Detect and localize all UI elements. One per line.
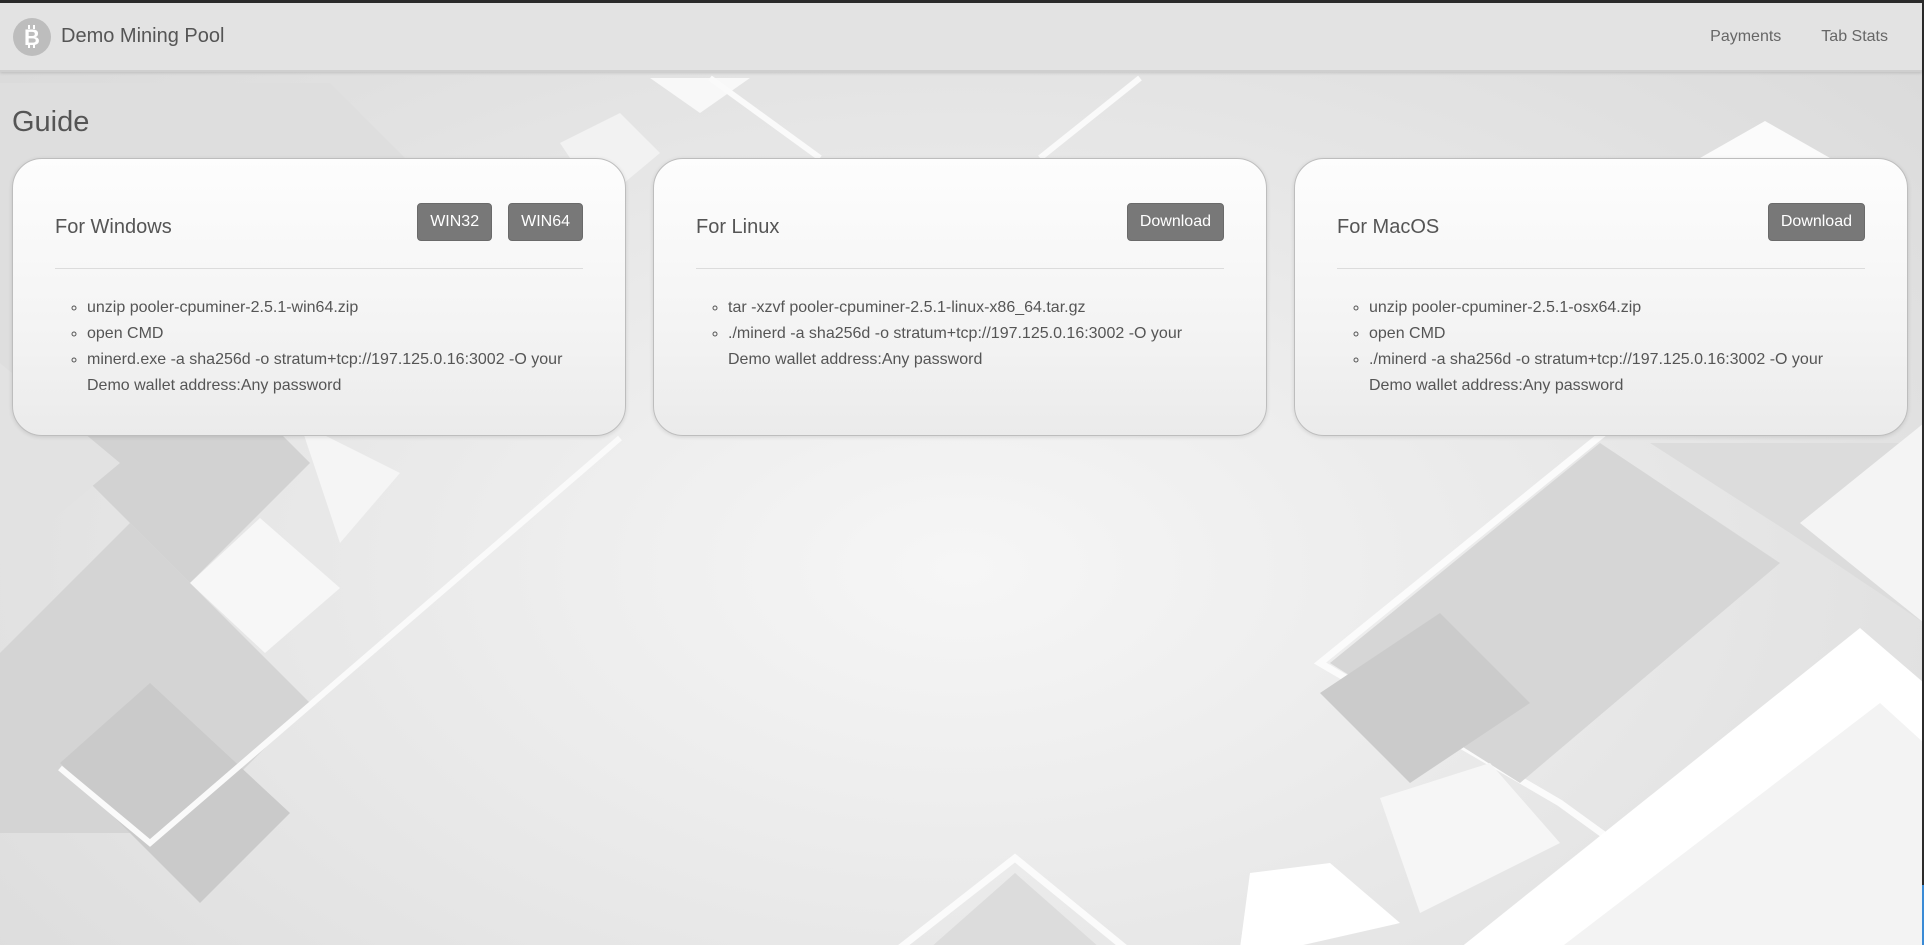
guide-cards: For Windows WIN32 WIN64 unzip pooler-cpu…	[12, 158, 1908, 436]
list-item: open CMD	[87, 321, 583, 347]
list-item: unzip pooler-cpuminer-2.5.1-osx64.zip	[1369, 295, 1865, 321]
list-item: unzip pooler-cpuminer-2.5.1-win64.zip	[87, 295, 583, 321]
card-buttons: WIN32 WIN64	[417, 203, 583, 241]
navbar: B Demo Mining Pool Payments Tab Stats	[0, 3, 1922, 72]
steps-list: unzip pooler-cpuminer-2.5.1-osx64.zip op…	[1337, 295, 1865, 399]
page-title: Guide	[12, 106, 90, 138]
page: B Demo Mining Pool Payments Tab Stats Gu…	[0, 0, 1924, 945]
card-header: For Linux Download	[696, 159, 1224, 269]
list-item: ./minerd -a sha256d -o stratum+tcp://197…	[728, 321, 1224, 373]
list-item: ./minerd -a sha256d -o stratum+tcp://197…	[1369, 347, 1865, 399]
card-buttons: Download	[1767, 203, 1865, 241]
list-item: open CMD	[1369, 321, 1865, 347]
card-header: For Windows WIN32 WIN64	[55, 159, 583, 269]
nav-tab-stats-link[interactable]: Tab Stats	[1821, 28, 1888, 46]
brand-title: Demo Mining Pool	[61, 25, 225, 47]
nav-links: Payments Tab Stats	[1670, 28, 1888, 46]
background-pattern	[0, 75, 1924, 945]
nav-payments-link[interactable]: Payments	[1710, 28, 1781, 46]
list-item: minerd.exe -a sha256d -o stratum+tcp://1…	[87, 347, 583, 399]
linux-download-button[interactable]: Download	[1126, 203, 1224, 241]
steps-list: unzip pooler-cpuminer-2.5.1-win64.zip op…	[55, 295, 583, 399]
linux-card: For Linux Download tar -xzvf pooler-cpum…	[653, 158, 1267, 436]
card-buttons: Download	[1126, 203, 1224, 241]
windows-card: For Windows WIN32 WIN64 unzip pooler-cpu…	[12, 158, 626, 436]
win64-download-button[interactable]: WIN64	[508, 203, 583, 241]
card-title: For Linux	[696, 216, 780, 238]
macos-card: For MacOS Download unzip pooler-cpuminer…	[1294, 158, 1908, 436]
win32-download-button[interactable]: WIN32	[417, 203, 493, 241]
svg-text:B: B	[24, 25, 40, 50]
list-item: tar -xzvf pooler-cpuminer-2.5.1-linux-x8…	[728, 295, 1224, 321]
card-title: For MacOS	[1337, 216, 1440, 238]
brand-link[interactable]: B Demo Mining Pool	[13, 17, 225, 56]
bitcoin-icon: B	[13, 17, 51, 56]
macos-download-button[interactable]: Download	[1767, 203, 1865, 241]
card-header: For MacOS Download	[1337, 159, 1865, 269]
card-title: For Windows	[55, 216, 172, 238]
steps-list: tar -xzvf pooler-cpuminer-2.5.1-linux-x8…	[696, 295, 1224, 373]
